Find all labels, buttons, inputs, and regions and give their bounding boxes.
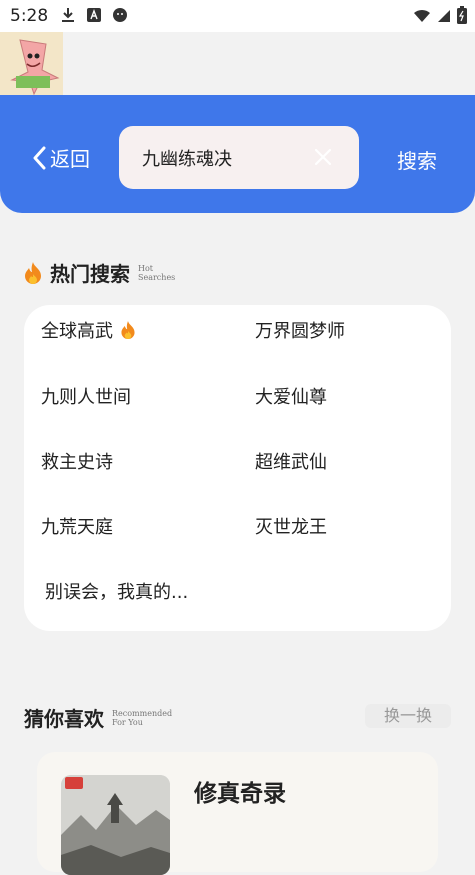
hot-search-item[interactable]: 万界圆梦师 — [255, 317, 345, 343]
hot-search-item-label: 灭世龙王 — [255, 517, 327, 538]
recommend-title: 猜你喜欢 — [24, 707, 104, 731]
book-title: 修真奇录 — [194, 781, 286, 807]
status-time: 5:28 — [10, 6, 49, 26]
status-system-icons — [413, 6, 467, 28]
search-header: 返回 搜索 — [0, 95, 475, 213]
status-notification-icons — [60, 7, 128, 23]
hot-search-list: 全球高武 万界圆梦师 九则人世间 大爱仙尊 救主史诗 超维武仙 九荒天庭 灭世龙… — [24, 305, 451, 631]
signal-icon — [437, 8, 451, 27]
hot-search-item-label: 万界圆梦师 — [255, 321, 345, 342]
hot-search-subtitle: Hot Searches — [138, 263, 176, 282]
hot-search-item[interactable]: 灭世龙王 — [255, 513, 327, 539]
hot-search-title: 热门搜索 — [50, 262, 130, 286]
book-cover — [61, 775, 170, 875]
app-a-icon — [86, 7, 102, 23]
hot-search-item[interactable]: 救主史诗 — [41, 448, 113, 474]
hot-search-item-label: 大爱仙尊 — [255, 387, 327, 408]
hot-search-heading: 热门搜索 Hot Searches — [22, 258, 180, 287]
search-box — [119, 126, 359, 189]
back-label: 返回 — [50, 147, 90, 171]
refresh-button[interactable]: 换一换 — [365, 704, 451, 728]
status-bar: 5:28 — [0, 0, 475, 32]
hot-search-item[interactable]: 九则人世间 — [41, 383, 131, 409]
back-button[interactable]: 返回 — [32, 143, 90, 172]
hot-search-item[interactable]: 九荒天庭 — [41, 513, 113, 539]
chevron-left-icon — [33, 146, 46, 169]
avatar — [0, 32, 63, 95]
hot-search-item-label: 九则人世间 — [41, 387, 131, 408]
hot-search-item[interactable]: 全球高武 — [41, 317, 137, 343]
hot-search-item[interactable]: 超维武仙 — [255, 448, 327, 474]
book-cover-badge — [65, 777, 83, 789]
search-button[interactable]: 搜索 — [397, 145, 437, 174]
hot-search-item-label: 别误会，我真的... — [45, 582, 189, 603]
fire-icon — [25, 261, 41, 284]
search-input[interactable] — [140, 146, 304, 169]
hot-search-item-label: 全球高武 — [41, 321, 113, 342]
android-icon — [112, 7, 128, 23]
fire-icon — [121, 321, 135, 339]
hot-search-item-label: 超维武仙 — [255, 452, 327, 473]
hot-search-item-label: 九荒天庭 — [41, 517, 113, 538]
hot-search-item-label: 救主史诗 — [41, 452, 113, 473]
close-icon — [314, 148, 332, 166]
hot-search-item[interactable]: 大爱仙尊 — [255, 383, 327, 409]
recommend-subtitle: Recommended For You — [112, 708, 173, 727]
wifi-icon — [413, 8, 431, 27]
battery-icon — [457, 6, 467, 28]
download-icon — [60, 7, 76, 23]
hot-search-item[interactable]: 别误会，我真的... — [45, 578, 188, 604]
recommend-heading: 猜你喜欢 Recommended For You — [24, 703, 176, 732]
book-card[interactable]: 修真奇录 — [37, 752, 438, 875]
clear-search-button[interactable] — [313, 147, 333, 167]
